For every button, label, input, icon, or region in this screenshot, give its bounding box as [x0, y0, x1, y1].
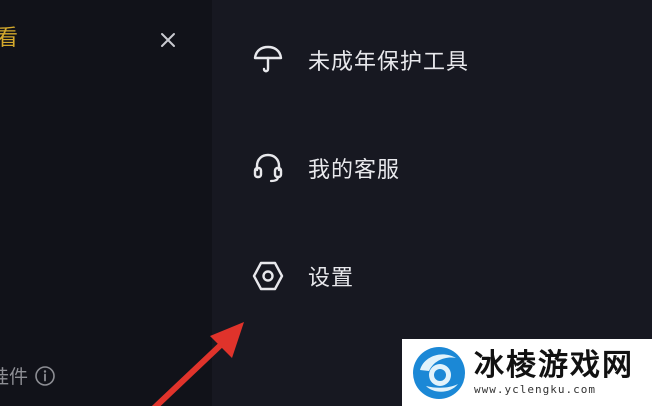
watermark-text: 冰棱游戏网 www.yclengku.com — [474, 347, 634, 397]
close-icon — [161, 33, 175, 47]
menu-item-minor-protection[interactable]: 未成年保护工具 — [250, 36, 469, 84]
menu-item-label: 未成年保护工具 — [308, 50, 470, 75]
watermark: 冰棱游戏网 www.yclengku.com — [402, 339, 652, 406]
umbrella-icon — [250, 42, 286, 78]
headset-icon — [250, 150, 286, 186]
watermark-url: www.yclengku.com — [474, 382, 596, 396]
pendant-row[interactable]: 挂件 — [0, 362, 56, 389]
watermark-logo — [413, 346, 465, 399]
settings-gear-icon — [250, 258, 286, 294]
left-panel: 看 挂件 — [0, 0, 212, 406]
menu-item-settings[interactable]: 设置 — [250, 252, 354, 300]
menu-item-label: 设置 — [308, 266, 355, 291]
left-panel-title: 看 — [0, 26, 19, 51]
app-screen: 看 挂件 未成年保护工具 — [0, 0, 652, 406]
menu-item-label: 我的客服 — [308, 158, 401, 183]
info-icon[interactable] — [34, 365, 56, 387]
pendant-label: 挂件 — [0, 366, 29, 388]
menu-item-customer-service[interactable]: 我的客服 — [250, 144, 400, 192]
close-button[interactable] — [154, 26, 182, 54]
watermark-title: 冰棱游戏网 — [474, 347, 634, 383]
